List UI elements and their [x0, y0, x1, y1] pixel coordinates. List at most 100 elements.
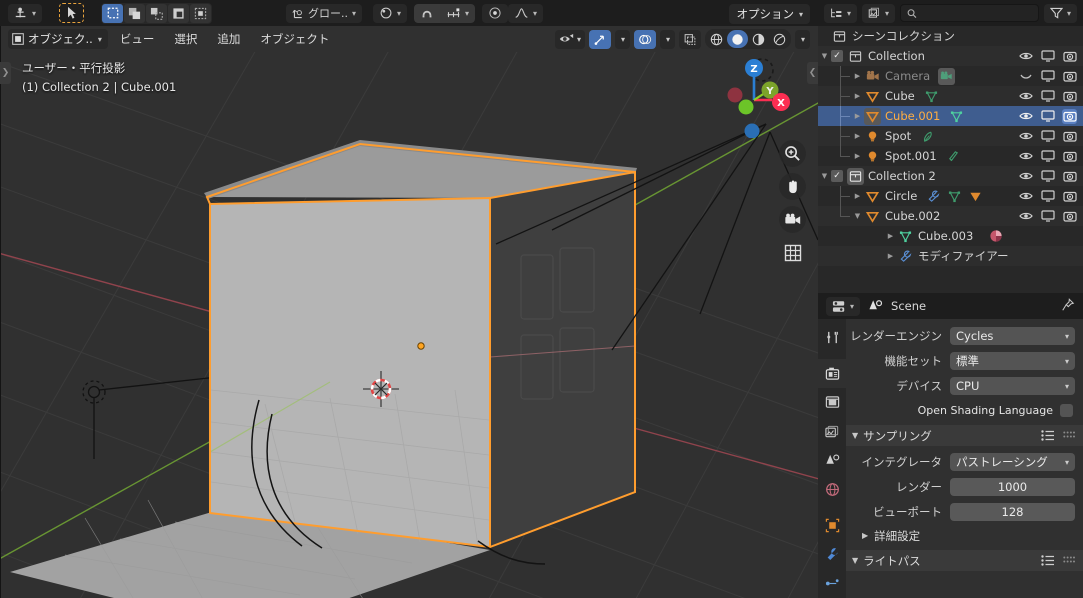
select-mode-set[interactable] — [102, 3, 124, 23]
select-mode-intersect[interactable] — [190, 3, 212, 23]
disclosure-triangle-icon[interactable]: ▶ — [851, 92, 864, 100]
disclosure-triangle-icon[interactable]: ▶ — [851, 152, 864, 160]
disable-in-viewport-screen-icon[interactable] — [1040, 49, 1055, 64]
properties-tab-world[interactable] — [818, 475, 846, 504]
disable-in-viewport-screen-icon[interactable] — [1040, 109, 1055, 124]
select-mode-subtract[interactable] — [146, 3, 168, 23]
disable-in-viewport-screen-icon[interactable] — [1040, 209, 1055, 224]
viewport-3d-canvas[interactable] — [0, 52, 818, 598]
disclosure-triangle-icon[interactable]: ▼ — [851, 212, 864, 220]
mesh-data-icon[interactable] — [923, 88, 940, 105]
feature-set-dropdown[interactable]: 標準 ▾ — [950, 352, 1075, 370]
device-dropdown[interactable]: CPU ▾ — [950, 377, 1075, 395]
proportional-edit-button[interactable] — [482, 3, 508, 23]
outliner-row-camera[interactable]: ▶ Camera — [818, 66, 1083, 86]
snap-toggle-button[interactable] — [414, 3, 440, 23]
light-data-icon[interactable] — [919, 128, 936, 145]
properties-tab-output[interactable] — [818, 388, 846, 417]
properties-editor-type-button[interactable]: ▾ — [826, 296, 861, 316]
hide-viewport-eye-icon[interactable] — [1018, 89, 1033, 104]
outliner-editor-type-button[interactable]: ▾ — [824, 3, 858, 23]
viewport-samples-input[interactable]: 128 — [950, 503, 1075, 521]
disable-in-viewport-screen-icon[interactable] — [1040, 169, 1055, 184]
outliner-search-box[interactable] — [900, 4, 1039, 22]
outliner-row-collection-2[interactable]: ▼ ✓ Collection 2 — [818, 166, 1083, 186]
disclosure-triangle-icon[interactable]: ▶ — [851, 192, 864, 200]
camera-view-button[interactable] — [779, 206, 806, 233]
hide-viewport-eye-closed-icon[interactable] — [1018, 69, 1033, 84]
viewport-options-button[interactable]: オプション ▾ — [729, 4, 810, 24]
menu-select[interactable]: 選択 — [166, 29, 205, 49]
disable-in-render-camera-icon[interactable] — [1062, 209, 1077, 224]
disclosure-triangle-icon[interactable]: ▶ — [884, 252, 897, 260]
disclosure-triangle-icon[interactable]: ▶ — [851, 72, 864, 80]
hide-viewport-eye-icon[interactable] — [1018, 209, 1033, 224]
hide-viewport-eye-icon[interactable] — [1018, 109, 1033, 124]
properties-tab-modifier[interactable] — [818, 540, 846, 569]
disclosure-triangle-icon[interactable]: ▼ — [818, 172, 831, 180]
disable-in-render-camera-icon[interactable] — [1062, 49, 1077, 64]
properties-tab-object[interactable] — [818, 511, 846, 540]
navigation-gizmo[interactable]: Z Y X — [712, 54, 796, 138]
advanced-subpanel-header[interactable]: ▶ 詳細設定 — [850, 526, 1075, 545]
light-data-icon[interactable] — [945, 148, 962, 165]
outliner-row-cube[interactable]: ▶ Cube — [818, 86, 1083, 106]
hide-viewport-eye-icon[interactable] — [1018, 129, 1033, 144]
preset-list-icon[interactable] — [1041, 430, 1055, 441]
pivot-point-button[interactable]: ▾ — [373, 3, 408, 23]
render-samples-input[interactable]: 1000 — [950, 478, 1075, 496]
outliner-filter-button[interactable]: ▾ — [1043, 3, 1077, 23]
outliner-filter-id-button[interactable]: ▾ — [862, 3, 896, 23]
disable-in-render-camera-icon[interactable] — [1062, 149, 1077, 164]
disable-in-render-camera-icon[interactable] — [1062, 69, 1077, 84]
select-mode-invert[interactable] — [168, 3, 190, 23]
menu-object[interactable]: オブジェクト — [252, 29, 337, 49]
osl-checkbox[interactable] — [1060, 403, 1073, 417]
toolbar-expand-arrow[interactable]: ❯ — [0, 62, 11, 84]
interaction-mode-dropdown[interactable]: オブジェク.. ▾ — [8, 29, 108, 49]
disable-in-viewport-screen-icon[interactable] — [1040, 189, 1055, 204]
pin-button[interactable] — [1061, 297, 1075, 315]
hide-viewport-eye-icon[interactable] — [1018, 169, 1033, 184]
properties-tab-particles[interactable] — [818, 569, 846, 598]
properties-tab-scene[interactable] — [818, 446, 846, 475]
pan-view-button[interactable] — [779, 173, 806, 200]
outliner-row-scene-collection[interactable]: シーンコレクション — [818, 26, 1083, 46]
disable-in-viewport-screen-icon[interactable] — [1040, 89, 1055, 104]
proportional-falloff-button[interactable]: ▾ — [508, 3, 544, 23]
select-mode-extend[interactable] — [124, 3, 146, 23]
outliner-row-cube-003[interactable]: ▶ Cube.003 — [818, 226, 1083, 246]
disclosure-triangle-icon[interactable]: ▶ — [851, 132, 864, 140]
preset-list-icon[interactable] — [1041, 555, 1055, 566]
hide-viewport-eye-icon[interactable] — [1018, 49, 1033, 64]
disable-in-render-camera-icon[interactable] — [1062, 89, 1077, 104]
transform-orientation-button[interactable]: グロー.. ▾ — [286, 3, 363, 23]
toggle-orthographic-button[interactable] — [779, 239, 806, 266]
outliner-tree[interactable]: シーンコレクション ▼ ✓ Collection ▶ Camera ▶ Cube… — [818, 26, 1083, 293]
mesh-data-icon[interactable] — [946, 188, 963, 205]
disable-in-render-camera-icon[interactable] — [1062, 129, 1077, 144]
collection-checkbox[interactable]: ✓ — [831, 50, 843, 62]
disclosure-triangle-icon[interactable]: ▶ — [884, 232, 897, 240]
modifier-wrench-icon[interactable] — [925, 188, 942, 205]
lightpaths-panel-header[interactable]: ▼ ライトパス — [846, 550, 1083, 571]
outliner-row-spot-001[interactable]: ▶ Spot.001 — [818, 146, 1083, 166]
disable-in-viewport-screen-icon[interactable] — [1040, 129, 1055, 144]
outliner-row-collection[interactable]: ▼ ✓ Collection — [818, 46, 1083, 66]
outliner-row-spot[interactable]: ▶ Spot — [818, 126, 1083, 146]
outliner-search-input[interactable] — [920, 6, 1032, 20]
properties-tab-render[interactable] — [818, 359, 846, 388]
active-tool-button[interactable] — [59, 3, 85, 23]
mesh-data-icon[interactable] — [948, 108, 965, 125]
disclosure-triangle-icon[interactable]: ▼ — [818, 52, 831, 60]
camera-data-icon[interactable] — [938, 67, 956, 85]
outliner-row-circle[interactable]: ▶ Circle — [818, 186, 1083, 206]
menu-view[interactable]: ビュー — [112, 29, 163, 49]
disable-in-viewport-screen-icon[interactable] — [1040, 69, 1055, 84]
disable-in-render-camera-icon[interactable] — [1062, 108, 1077, 124]
sidebar-expand-arrow[interactable]: ❮ — [807, 62, 818, 84]
outliner-row-cube-001[interactable]: ▶ Cube.001 — [818, 106, 1083, 126]
zoom-view-button[interactable] — [779, 140, 806, 167]
mesh-object-icon[interactable] — [967, 188, 984, 205]
menu-add[interactable]: 追加 — [209, 29, 248, 49]
